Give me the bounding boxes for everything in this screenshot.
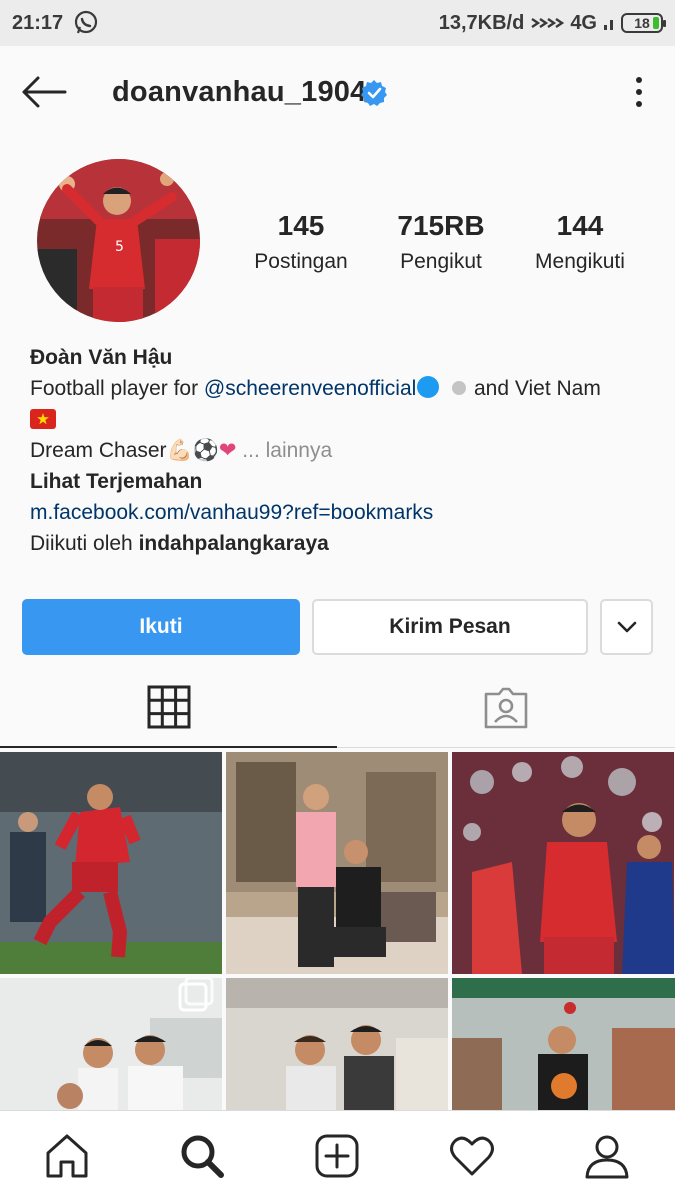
tab-grid[interactable]: [0, 668, 337, 748]
following-label: Mengikuti: [535, 250, 625, 273]
signal-icon: [604, 20, 613, 30]
mention-link[interactable]: @scheerenveenofficial: [204, 377, 416, 400]
grey-circle-icon: [452, 381, 467, 395]
more-link[interactable]: ... lainnya: [242, 439, 332, 462]
posts-stat[interactable]: 145 Postingan: [231, 210, 371, 274]
posts-count: 145: [277, 210, 325, 241]
bio-text: Football player for: [30, 377, 204, 400]
blue-circle-icon: [417, 376, 440, 398]
followed-by-label: Diikuti oleh: [30, 532, 139, 555]
post-thumbnail[interactable]: [0, 978, 222, 1110]
vertical-dots-icon: [636, 77, 642, 107]
more-options-button[interactable]: [624, 74, 654, 110]
bio-line-2: [30, 404, 650, 435]
full-name: Đoàn Văn Hậu: [30, 346, 173, 369]
post-thumbnail[interactable]: [452, 752, 674, 974]
person-tag-icon: [484, 687, 528, 728]
bio-line-1: Football player for @scheerenveenofficia…: [30, 373, 650, 404]
chevron-down-icon: [617, 621, 636, 633]
website-link[interactable]: m.facebook.com/vanhau99?ref=bookmarks: [30, 497, 650, 528]
translate-link[interactable]: Lihat Terjemahan: [30, 466, 650, 497]
bottom-nav: [0, 1110, 675, 1200]
profile-username: doanvanhau_1904: [112, 76, 367, 108]
battery-icon: 18: [621, 13, 666, 33]
post-thumbnail[interactable]: [452, 978, 675, 1110]
person-icon: [585, 1135, 629, 1179]
tab-tagged[interactable]: [337, 668, 675, 748]
post-thumbnail[interactable]: [226, 752, 448, 974]
avatar-photo: 5: [37, 159, 200, 322]
whatsapp-icon: [75, 10, 98, 34]
profile-header: doanvanhau_1904: [0, 46, 675, 138]
posts-label: Postingan: [254, 250, 348, 273]
follow-button[interactable]: Ikuti: [22, 599, 300, 655]
followed-by-user[interactable]: indahpalangkaraya: [139, 532, 329, 555]
followed-by: Diikuti oleh indahpalangkaraya: [30, 528, 650, 559]
message-button[interactable]: Kirim Pesan: [312, 599, 588, 655]
grid-icon: [147, 685, 190, 729]
following-count: 144: [556, 210, 604, 241]
profile-bio: Đoàn Văn Hậu Football player for @scheer…: [30, 342, 650, 559]
bio-line-3: Dream Chaser💪🏻⚽❤ ... lainnya: [30, 435, 650, 466]
bio-dream-text: Dream Chaser: [30, 439, 167, 462]
nav-add-button[interactable]: [312, 1131, 362, 1181]
vietnam-flag-icon: [30, 409, 56, 429]
followers-stat[interactable]: 715RB Pengikut: [371, 210, 511, 274]
home-icon: [46, 1134, 88, 1178]
status-bar: 21:17 13,7KB/d 4G 18: [0, 0, 675, 46]
bio-text-suffix: and Viet Nam: [474, 377, 601, 400]
nav-activity-button[interactable]: [447, 1131, 497, 1181]
nav-home-button[interactable]: [42, 1131, 92, 1181]
post-thumbnail[interactable]: [226, 978, 448, 1110]
svg-text:5: 5: [115, 239, 124, 255]
post-thumbnail[interactable]: [0, 752, 222, 974]
followers-count: 715RB: [397, 210, 485, 241]
followers-label: Pengikut: [400, 250, 482, 273]
search-icon: [181, 1135, 224, 1178]
status-time: 21:17: [12, 11, 64, 34]
arrow-left-icon: [22, 76, 67, 108]
following-stat[interactable]: 144 Mengikuti: [510, 210, 650, 274]
verified-badge-icon: [361, 80, 387, 106]
plus-square-icon: [315, 1134, 359, 1178]
battery-level: 18: [634, 15, 650, 31]
suggestions-dropdown-button[interactable]: [600, 599, 653, 655]
data-arrows-icon: [531, 18, 565, 28]
nav-search-button[interactable]: [177, 1131, 227, 1181]
back-button[interactable]: [20, 74, 68, 110]
heart-icon: [450, 1136, 494, 1176]
nav-profile-button[interactable]: [582, 1131, 632, 1181]
bio-emojis: 💪🏻⚽❤: [166, 439, 237, 462]
signal-type: 4G: [570, 11, 597, 34]
network-speed: 13,7KB/d: [438, 11, 525, 34]
profile-avatar[interactable]: 5: [37, 159, 200, 322]
